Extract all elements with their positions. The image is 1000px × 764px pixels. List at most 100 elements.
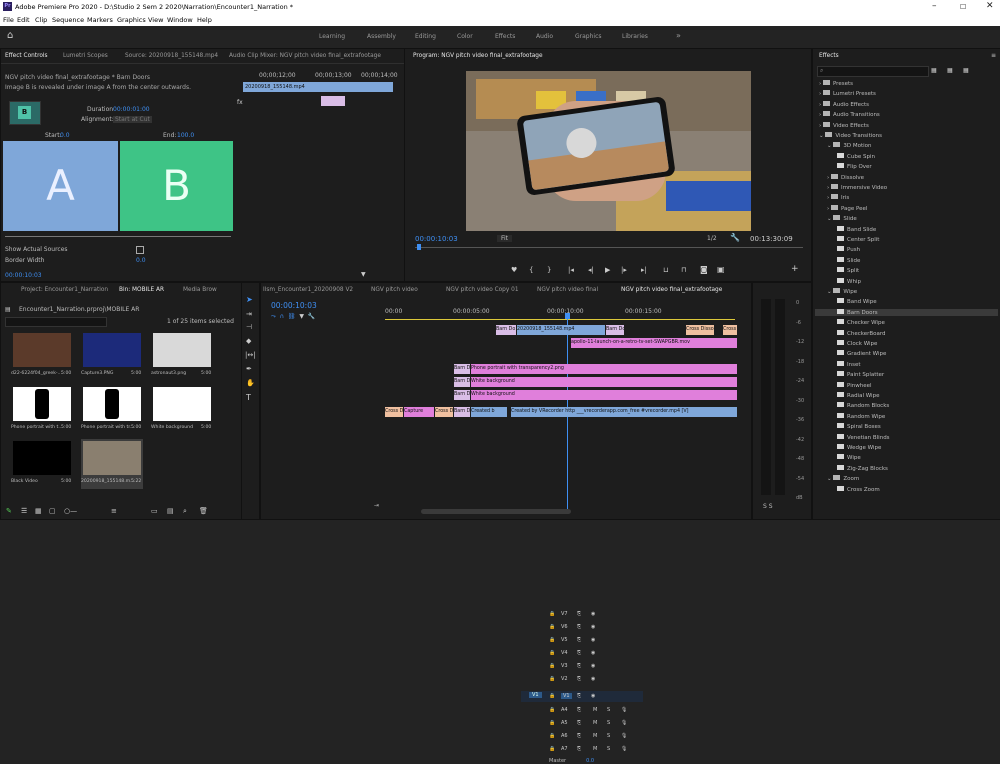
lock-icon[interactable]: 🔒 — [549, 650, 555, 656]
program-tab[interactable]: Program: NGV pitch video final_extrafoot… — [413, 53, 543, 59]
effects-item-lumetri-presets[interactable]: › Lumetri Presets — [819, 90, 876, 97]
timeline-tab-1[interactable]: Ilsm_Encounter1_20200908 V2 — [263, 287, 353, 293]
timeline-timecode[interactable]: 00:00:10:03 — [271, 301, 317, 310]
find-icon[interactable]: ⌕ — [183, 507, 187, 516]
clip-v7-barn-doors-2[interactable]: Barn Do — [606, 325, 624, 335]
clip-v3-white-bg[interactable]: White background — [471, 377, 737, 387]
menu-window[interactable]: Window — [167, 16, 193, 24]
sync-icon[interactable]: ⎘ — [577, 637, 581, 643]
master-volume[interactable]: 0.0 — [586, 758, 594, 764]
effects-item-paint-splatter[interactable]: Paint Splatter — [837, 371, 884, 378]
add-button-icon[interactable]: + — [791, 264, 799, 274]
mute-button[interactable]: M — [593, 707, 597, 713]
effects-item-flip-over[interactable]: Flip Over — [837, 163, 872, 170]
effects-item-checkerboard[interactable]: CheckerBoard — [837, 329, 886, 337]
project-thumbnail[interactable]: Black Video 5:00 — [11, 439, 73, 489]
tab-effect-controls[interactable]: Effect Controls — [5, 53, 48, 59]
workspace-graphics[interactable]: Graphics — [575, 33, 602, 40]
solo-button[interactable]: S — [607, 733, 610, 739]
menu-help[interactable]: Help — [197, 16, 212, 24]
sync-icon[interactable]: ⎘ — [577, 650, 581, 656]
eye-icon[interactable]: ◉ — [591, 650, 595, 656]
slip-tool-icon[interactable]: |↔| — [245, 351, 256, 359]
effects-item-slide[interactable]: ⌄ Slide — [827, 215, 857, 222]
effects-item-pinwheel[interactable]: Pinwheel — [837, 381, 872, 389]
effects-item-video-transitions[interactable]: ⌄ Video Transitions — [819, 132, 882, 139]
effects-search-input[interactable]: ⌕ — [817, 66, 929, 77]
effects-item-video-effects[interactable]: › Video Effects — [819, 121, 869, 129]
effects-item-audio-transitions[interactable]: › Audio Transitions — [819, 111, 880, 118]
clip-v4-barn-doors[interactable]: Barn Do — [454, 364, 470, 374]
new-bin-icon[interactable]: ▭ — [151, 507, 158, 515]
clip-v1-cross-dissolve-1[interactable]: Cross D — [385, 407, 403, 417]
32bit-effects-icon[interactable]: ▦ — [947, 67, 953, 74]
timeline-settings-icon[interactable]: 🔧 — [308, 313, 315, 320]
tab-source[interactable]: Source: 20200918_155148.mp4 — [125, 53, 218, 59]
mic-icon[interactable]: 🎙 — [621, 720, 627, 726]
mark-out-icon[interactable]: } — [547, 266, 551, 274]
lock-icon[interactable]: 🔒 — [549, 720, 555, 726]
effects-item-spiral-boxes[interactable]: Spiral Boxes — [837, 423, 881, 430]
selection-tool-icon[interactable]: ➤ — [246, 295, 253, 304]
effects-item-push[interactable]: Push — [837, 246, 860, 253]
yuv-effects-icon[interactable]: ▦ — [963, 67, 969, 74]
effects-item-cross-zoom[interactable]: Cross Zoom — [837, 485, 880, 493]
mic-icon[interactable]: 🎙 — [621, 707, 627, 713]
lock-icon[interactable]: 🔒 — [549, 611, 555, 617]
lock-icon[interactable]: 🔒 — [549, 746, 555, 752]
tab-lumetri-scopes[interactable]: Lumetri Scopes — [63, 53, 108, 59]
tab-audio-clip-mixer[interactable]: Audio Clip Mixer: NGV pitch video final_… — [229, 53, 381, 59]
track-label[interactable]: A6 — [561, 733, 568, 739]
resolution-dropdown[interactable]: 1/2 — [707, 235, 717, 242]
project-thumbnail[interactable]: Capture3.PNG 5:00 — [81, 331, 143, 381]
project-search-input[interactable] — [5, 317, 107, 327]
clip-v6-apollo[interactable]: apollo-11-launch-on-a-retro-tv-set-SWAPG… — [571, 338, 737, 348]
extract-icon[interactable]: ⊓ — [681, 266, 686, 274]
work-area-bar[interactable] — [385, 319, 735, 320]
sync-icon[interactable]: ⎘ — [577, 663, 581, 669]
freeform-view-icon[interactable]: ▢ — [49, 507, 56, 515]
clip-v7-main[interactable]: 20200918_155148.mp4 — [517, 325, 605, 335]
effects-item-inset[interactable]: Inset — [837, 360, 861, 368]
effects-item-split[interactable]: Split — [837, 267, 859, 274]
effects-item-wipe[interactable]: ⌄ Wipe — [827, 288, 857, 295]
effects-item-whip[interactable]: Whip — [837, 277, 861, 285]
timeline-tab-3[interactable]: NGV pitch video Copy 01 — [446, 287, 519, 293]
track-label[interactable]: A5 — [561, 720, 568, 726]
ec-clip-bar[interactable]: 20200918_155148.mp4 — [243, 82, 393, 92]
program-playhead[interactable] — [417, 244, 421, 250]
mute-button[interactable]: M — [593, 733, 597, 739]
tab-media-browser[interactable]: Media Brow — [183, 287, 217, 293]
alignment-select[interactable]: Start at Cut — [113, 116, 152, 123]
effects-item-clock-wipe[interactable]: Clock Wipe — [837, 340, 877, 347]
project-thumbnail[interactable]: Phone portrait with tr... 5:00 — [81, 385, 143, 435]
solo-button[interactable]: S — [607, 707, 610, 713]
menu-sequence[interactable]: Sequence — [52, 16, 84, 24]
comparison-view-icon[interactable]: ▣ — [717, 265, 725, 274]
clip-v7-cross-dissolve[interactable]: Cross Dissol — [686, 325, 714, 335]
menu-file[interactable]: File — [3, 16, 14, 24]
clip-v7-cross[interactable]: Cross — [723, 325, 737, 335]
track-label[interactable]: A4 — [561, 707, 568, 713]
marker-icon[interactable]: ♥ — [511, 266, 517, 274]
meter-solo-labels[interactable]: S S — [763, 503, 773, 510]
mic-icon[interactable]: 🎙 — [621, 733, 627, 739]
program-scrubber[interactable] — [415, 247, 803, 248]
effects-item-zig-zag-blocks[interactable]: Zig-Zag Blocks — [837, 464, 888, 472]
clip-v3-barn-doors[interactable]: Barn Do — [454, 377, 470, 387]
lock-icon[interactable]: 🔒 — [549, 663, 555, 669]
timeline-tab-5[interactable]: NGV pitch video final_extrafootage — [621, 287, 722, 293]
track-label[interactable]: V2 — [561, 676, 568, 682]
accelerated-effects-icon[interactable]: ▦ — [931, 67, 937, 74]
start-value[interactable]: 0.0 — [60, 132, 70, 139]
track-label[interactable]: A7 — [561, 746, 568, 752]
clip-v1-cross-dissolve-2[interactable]: Cross D — [435, 407, 453, 417]
clip-v4-phone-portrait[interactable]: Phone portrait with transparency2.png — [471, 364, 737, 374]
clip-v2-white-bg[interactable]: White background — [471, 390, 737, 400]
eye-icon[interactable]: ◉ — [591, 676, 595, 682]
step-forward-icon[interactable]: |▸ — [621, 266, 627, 274]
wrench-icon[interactable]: 🔧 — [730, 233, 740, 242]
effects-item-immersive-video[interactable]: › Immersive Video — [827, 184, 887, 191]
effects-item-band-slide[interactable]: Band Slide — [837, 225, 876, 233]
menu-markers[interactable]: Markers — [87, 16, 113, 24]
